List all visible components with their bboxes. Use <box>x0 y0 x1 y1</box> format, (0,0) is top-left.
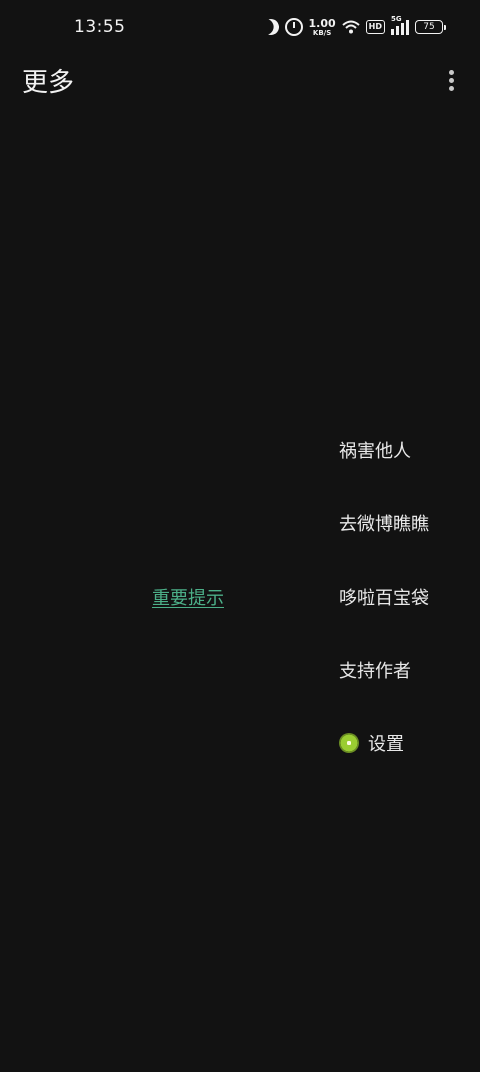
more-options-button[interactable] <box>436 62 466 98</box>
status-time: 13:55 <box>74 17 126 37</box>
network-speed-unit: KB/S <box>312 28 332 37</box>
menu-item-doraemon-pocket[interactable]: 哆啦百宝袋 <box>339 584 429 610</box>
menu-item-label: 支持作者 <box>339 661 411 682</box>
status-bar: 13:55 1.00 KB/S HD 5G 75 <box>0 0 480 56</box>
more-vertical-icon <box>448 69 454 75</box>
network-speed-value: 1.00 <box>308 16 336 30</box>
wifi-icon <box>341 20 360 34</box>
kiwi-icon <box>339 733 359 753</box>
hd-badge: HD <box>365 20 385 34</box>
do-not-disturb-moon-icon <box>260 17 281 38</box>
menu-item-label: 哆啦百宝袋 <box>339 588 429 609</box>
signal-type-label: 5G <box>391 15 402 23</box>
status-icons: 1.00 KB/S HD 5G 75 <box>260 15 446 38</box>
menu-item-support-author[interactable]: 支持作者 <box>339 657 411 683</box>
network-speed: 1.00 KB/S <box>309 18 336 37</box>
menu-item-label: 去微博瞧瞧 <box>339 514 429 535</box>
battery-icon: 75 <box>415 20 446 34</box>
menu-item-label: 祸害他人 <box>339 441 411 462</box>
menu-item-visit-weibo[interactable]: 去微博瞧瞧 <box>339 510 429 536</box>
menu-item-label: 设置 <box>368 734 404 755</box>
cellular-signal-icon: 5G <box>391 15 409 35</box>
menu-item-harm-others[interactable]: 祸害他人 <box>339 437 411 463</box>
menu-item-settings[interactable]: 设置 <box>339 730 404 756</box>
alarm-clock-icon <box>284 18 303 36</box>
battery-level: 75 <box>415 20 443 34</box>
important-notice-link[interactable]: 重要提示 <box>152 584 224 610</box>
page-title: 更多 <box>22 68 75 98</box>
